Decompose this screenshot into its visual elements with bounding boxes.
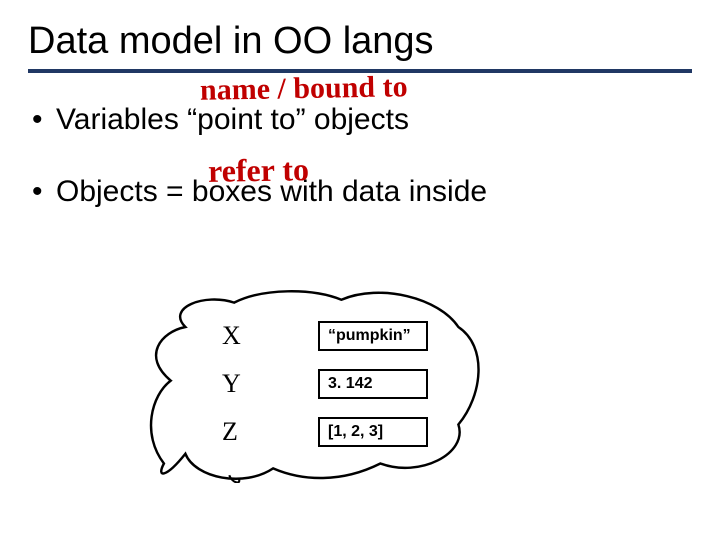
bullet-objects: Objects = boxes with data inside [28,175,692,209]
diagram: X “pumpkin” Y 3. 142 Z [1, 2, 3] [142,288,492,498]
bullet-list: Variables “point to” objects Objects = b… [28,103,692,209]
variable-entries: X “pumpkin” Y 3. 142 Z [1, 2, 3] [222,308,428,460]
variable-name: Z [222,417,318,447]
object-box: 3. 142 [318,369,428,399]
variable-name: X [222,321,318,351]
bullet-variables: Variables “point to” objects [28,103,692,137]
variable-name: Y [222,369,318,399]
annotation-refer-to: refer to [208,151,310,190]
slide-title: Data model in OO langs [28,20,692,73]
variable-row: X “pumpkin” [222,316,428,356]
variable-row: Z [1, 2, 3] [222,412,428,452]
variable-row: Y 3. 142 [222,364,428,404]
object-box: “pumpkin” [318,321,428,351]
object-box: [1, 2, 3] [318,417,428,447]
